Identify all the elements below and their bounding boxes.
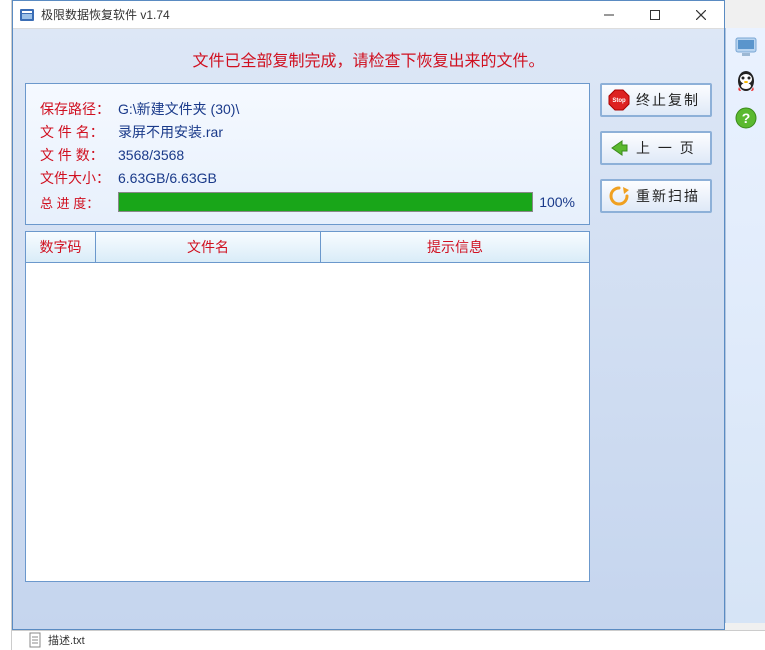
count-label: 文 件 数： <box>40 145 118 165</box>
name-value: 录屏不用安装.rar <box>118 122 223 142</box>
desktop-file[interactable]: 描述.txt <box>28 632 85 648</box>
client-area: 文件已全部复制完成，请检查下恢复出来的文件。 保存路径：G:\新建文件夹 (30… <box>13 29 724 629</box>
desktop-file-name: 描述.txt <box>48 632 85 648</box>
info-panel: 保存路径：G:\新建文件夹 (30)\ 文 件 名：录屏不用安装.rar 文 件… <box>25 83 590 225</box>
count-value: 3568/3568 <box>118 147 184 163</box>
table-header: 数字码 文件名 提示信息 <box>26 232 589 263</box>
status-banner: 文件已全部复制完成，请检查下恢复出来的文件。 <box>25 39 712 83</box>
side-help-icon[interactable]: ? <box>726 100 765 136</box>
stop-copy-button[interactable]: Stop 终止复制 <box>600 83 712 117</box>
progress-label: 总 进 度： <box>40 193 118 212</box>
svg-text:?: ? <box>742 110 751 126</box>
side-qq-icon[interactable] <box>726 64 765 100</box>
name-label: 文 件 名： <box>40 122 118 142</box>
stop-label: 终止复制 <box>636 90 700 110</box>
close-button[interactable] <box>678 1 724 29</box>
prev-label: 上 一 页 <box>636 138 696 158</box>
desktop-edge <box>12 630 765 650</box>
svg-text:Stop: Stop <box>612 98 626 104</box>
app-icon <box>19 7 35 23</box>
size-label: 文件大小： <box>40 168 118 188</box>
prev-page-button[interactable]: 上 一 页 <box>600 131 712 165</box>
path-label: 保存路径： <box>40 99 118 119</box>
size-value: 6.63GB/6.63GB <box>118 170 217 186</box>
side-computer-icon[interactable] <box>726 28 765 64</box>
maximize-button[interactable] <box>632 1 678 29</box>
minimize-button[interactable] <box>586 1 632 29</box>
table-body <box>26 263 589 581</box>
window-title: 极限数据恢复软件 v1.74 <box>41 6 586 23</box>
rescan-label: 重新扫描 <box>636 186 700 206</box>
titlebar[interactable]: 极限数据恢复软件 v1.74 <box>13 1 724 29</box>
col-code[interactable]: 数字码 <box>26 232 96 262</box>
progress-fill <box>119 193 532 211</box>
result-table: 数字码 文件名 提示信息 <box>25 231 590 582</box>
arrow-left-icon <box>608 137 630 159</box>
progress-bar <box>118 192 533 212</box>
stop-icon: Stop <box>608 89 630 111</box>
app-window: 极限数据恢复软件 v1.74 文件已全部复制完成，请检查下恢复出来的文件。 保存… <box>12 0 725 630</box>
col-message[interactable]: 提示信息 <box>321 232 589 262</box>
side-toolbar: ? <box>725 28 765 623</box>
rescan-button[interactable]: 重新扫描 <box>600 179 712 213</box>
text-file-icon <box>28 632 44 648</box>
refresh-icon <box>608 185 630 207</box>
progress-percent: 100% <box>539 194 575 210</box>
col-filename[interactable]: 文件名 <box>96 232 321 262</box>
path-value: G:\新建文件夹 (30)\ <box>118 99 239 119</box>
